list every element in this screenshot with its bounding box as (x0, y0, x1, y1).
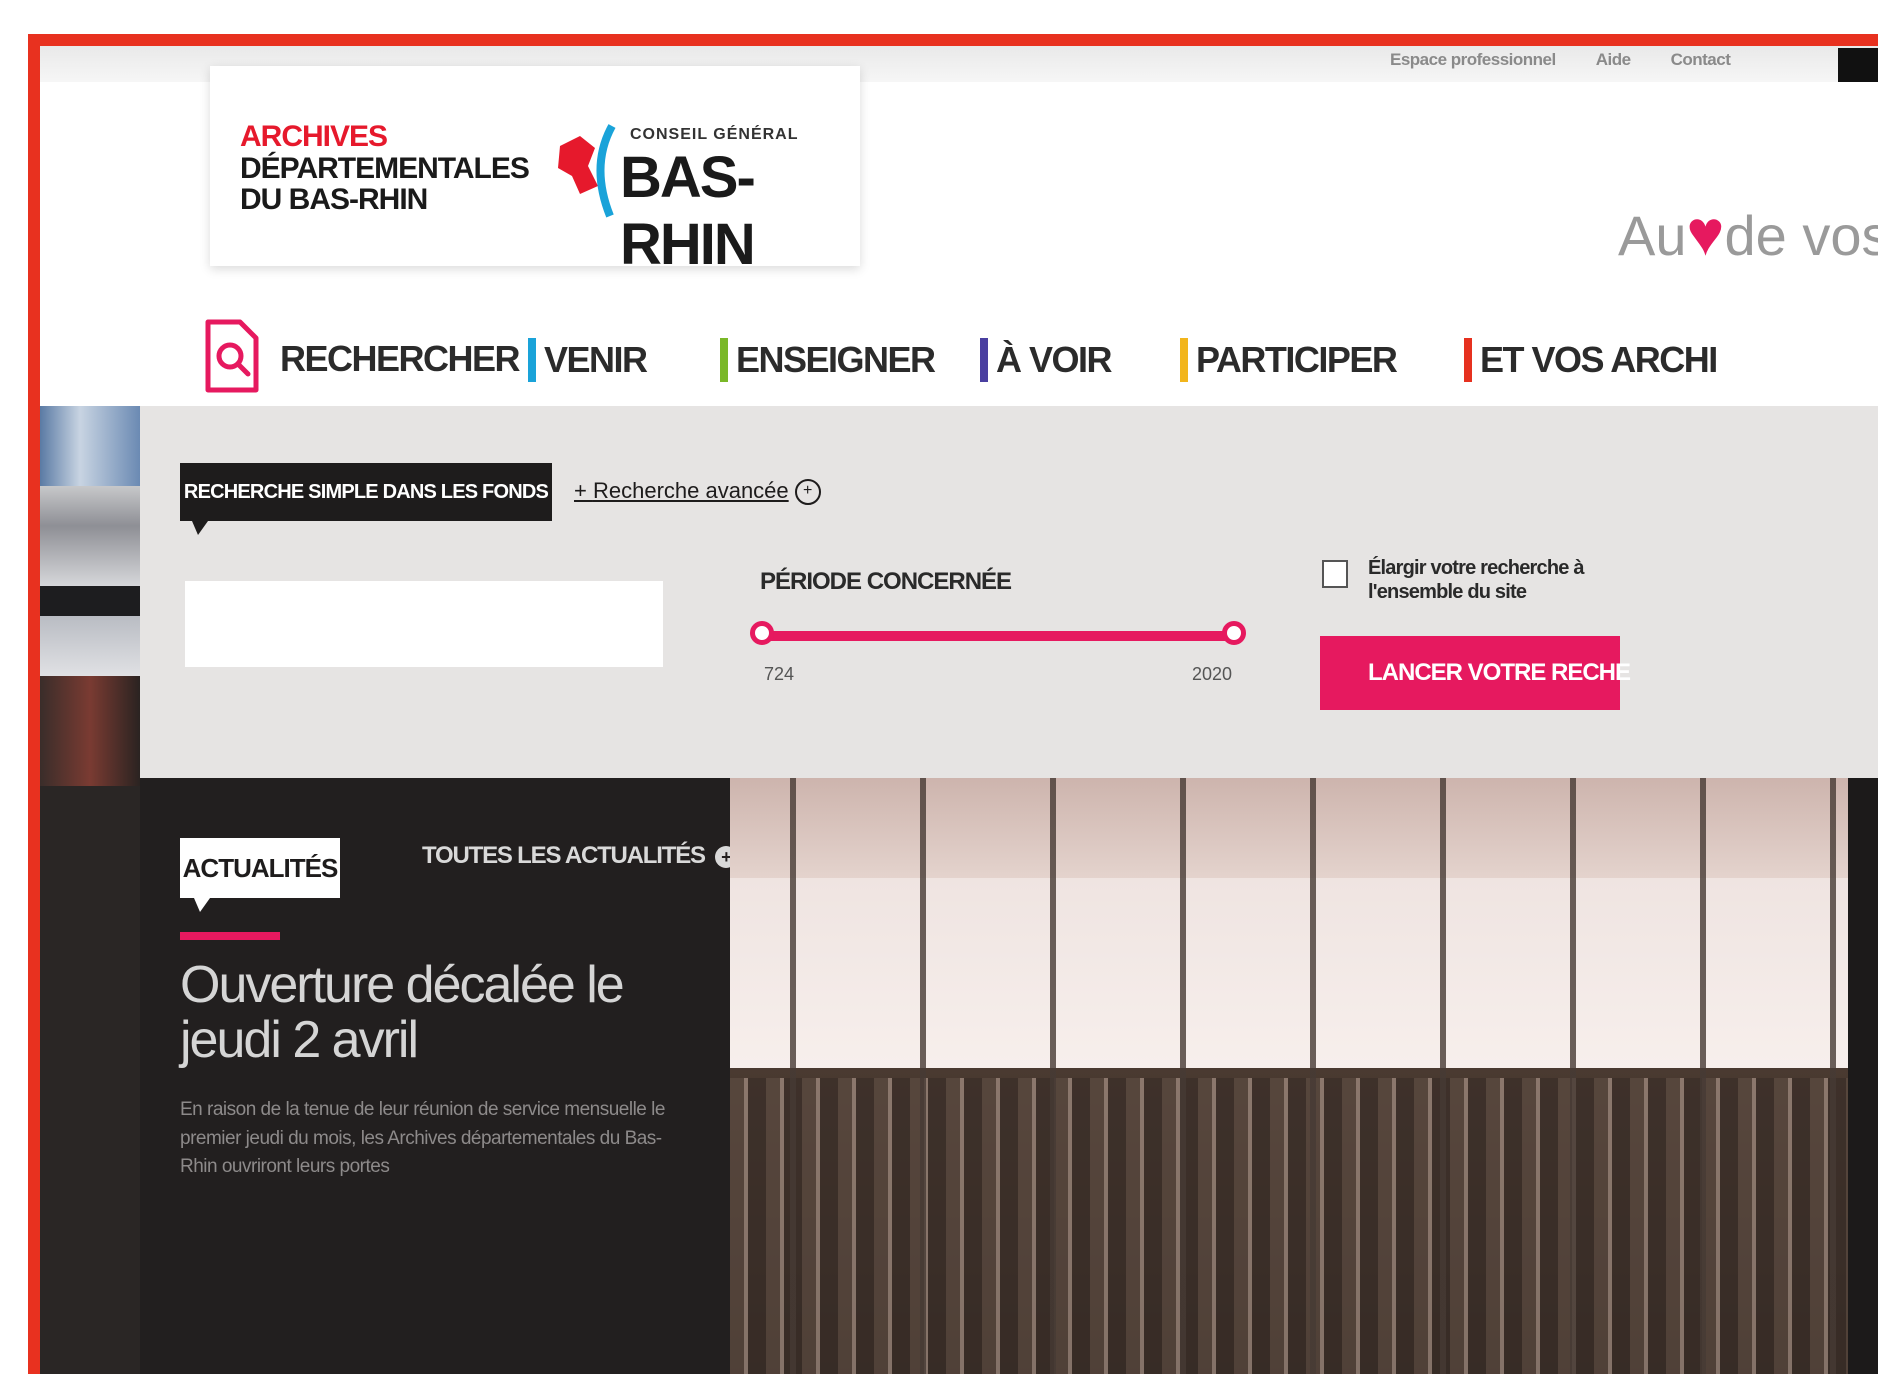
tagline: Au♥de vos (1618, 196, 1878, 270)
nav-item-rechercher[interactable]: RECHERCHER (280, 338, 521, 380)
expand-search-checkbox[interactable] (1322, 560, 1348, 588)
logo-archives-line2: DÉPARTEMENTALES (240, 151, 530, 185)
search-document-icon[interactable] (200, 316, 270, 396)
search-input[interactable] (185, 581, 663, 667)
nav-item-participer[interactable]: PARTICIPER (1180, 338, 1398, 382)
nav-color-bar (1180, 338, 1188, 382)
period-slider-max-handle[interactable] (1222, 621, 1246, 645)
nav-label-enseigner: ENSEIGNER (736, 339, 936, 380)
utility-link-help[interactable]: Aide (1596, 50, 1631, 70)
nav-color-bar (1464, 338, 1472, 382)
expand-search-label: Élargir votre recherche à l'ensemble du … (1368, 557, 1584, 603)
logo-archives-line1: ARCHIVES (240, 120, 388, 153)
plus-circle-icon: + (794, 479, 821, 506)
nav-label-et-vos-archives: ET VOS ARCHI (1480, 339, 1718, 380)
news-accent-bar (180, 932, 280, 940)
utility-dark-box[interactable] (1838, 48, 1878, 82)
news-badge: ACTUALITÉS (180, 838, 340, 912)
heart-icon: ♥ (1686, 197, 1725, 269)
nav-item-a-voir[interactable]: À VOIR (980, 338, 1113, 382)
all-news-label: TOUTES LES ACTUALITÉS (422, 842, 706, 869)
hero-image (730, 778, 1878, 1374)
conseil-general-logo: CONSEIL GÉNÉRAL BAS-RHIN (550, 106, 850, 277)
nav-label-rechercher: RECHERCHER (280, 338, 521, 379)
archives-logo: ARCHIVES DÉPARTEMENTALES DU BAS-RHIN (240, 120, 530, 216)
period-label: PÉRIODE CONCERNÉE (760, 568, 1012, 595)
tagline-suffix: de vos (1724, 204, 1878, 267)
period-slider-track[interactable] (760, 631, 1235, 641)
period-slider-min-handle[interactable] (750, 621, 774, 645)
simple-search-tab[interactable]: RECHERCHE SIMPLE DANS LES FONDS (180, 463, 552, 535)
advanced-search-link[interactable]: + Recherche avancée + (574, 478, 821, 506)
utility-link-contact[interactable]: Contact (1671, 50, 1731, 70)
screenshot-frame: Espace professionnel Aide Contact ARCHIV… (28, 34, 1878, 1374)
all-news-link[interactable]: TOUTES LES ACTUALITÉS + (422, 842, 737, 870)
nav-item-et-vos-archives[interactable]: ET VOS ARCHI (1464, 338, 1718, 382)
utility-link-pro[interactable]: Espace professionnel (1390, 50, 1556, 70)
tagline-prefix: Au (1618, 204, 1687, 267)
nav-label-a-voir: À VOIR (996, 339, 1113, 380)
period-max-value: 2020 (1192, 664, 1233, 684)
nav-label-participer: PARTICIPER (1196, 339, 1398, 380)
nav-item-venir[interactable]: VENIR (528, 338, 648, 382)
nav-label-venir: VENIR (544, 339, 648, 380)
period-min-value: 724 (764, 664, 795, 684)
news-excerpt: En raison de la tenue de leur réunion de… (180, 1099, 665, 1177)
launch-search-button[interactable]: LANCER VOTRE RECHE (1320, 636, 1631, 710)
site-logo[interactable]: ARCHIVES DÉPARTEMENTALES DU BAS-RHIN CON… (210, 66, 860, 277)
logo-cg-top: CONSEIL GÉNÉRAL (630, 126, 799, 143)
nav-color-bar (980, 338, 988, 382)
nav-item-enseigner[interactable]: ENSEIGNER (720, 338, 936, 382)
advanced-search-label: Recherche avancée (592, 478, 789, 503)
bas-rhin-emblem-icon (558, 124, 616, 218)
logo-archives-line3: DU BAS-RHIN (240, 183, 428, 216)
main-nav: RECHERCHER VENIR ENSEIGNER À VOIR PARTIC… (40, 316, 1878, 396)
news-title[interactable]: Ouverture décalée le jeudi 2 avril (180, 957, 700, 1068)
side-photo-strip (40, 406, 140, 1374)
nav-color-bar (720, 338, 728, 382)
logo-cg-main: BAS-RHIN (620, 145, 756, 277)
nav-color-bar (528, 338, 536, 382)
